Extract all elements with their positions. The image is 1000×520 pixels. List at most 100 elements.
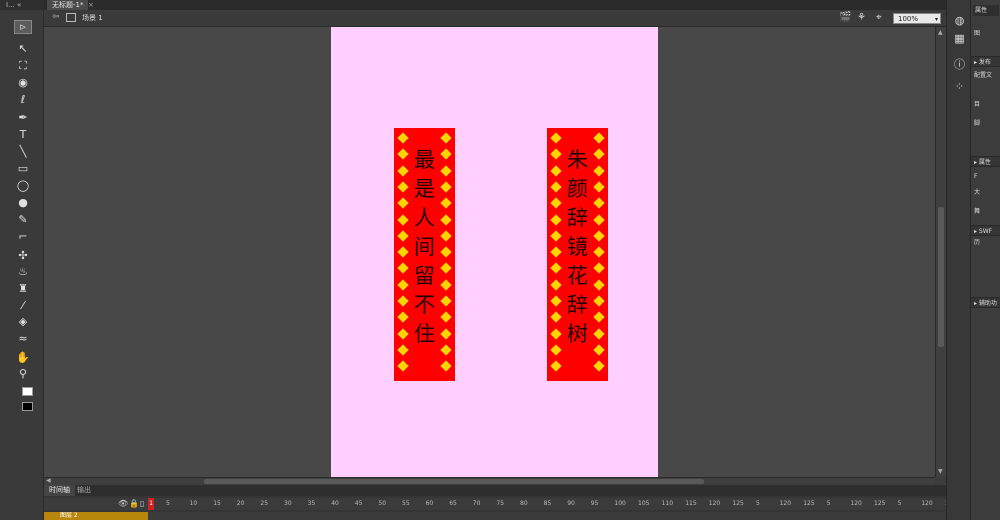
diamond-ornament bbox=[440, 213, 452, 226]
polystar-tool-icon[interactable]: ● bbox=[14, 196, 32, 210]
frame-number: 120 bbox=[779, 500, 792, 507]
couplet-text: 最是人间留不住 bbox=[410, 146, 439, 349]
couplet-right[interactable]: 朱颜辞镜花辞树 bbox=[547, 128, 608, 381]
tools-panel: ▹ ↖ ⛶ ◉ ℓ ✒ T ╲ ▭ ◯ ● ✎ ⌐ ✣ ♨ ♜ ⁄ ◈ ≈ ✋ ⚲ bbox=[0, 10, 44, 520]
frame-number: 20 bbox=[236, 500, 245, 507]
fill-color-swatch[interactable] bbox=[22, 402, 33, 411]
eyedropper-tool-icon[interactable]: ⁄ bbox=[14, 299, 32, 313]
diamond-border bbox=[592, 128, 606, 381]
frame-number: 25 bbox=[260, 500, 269, 507]
diamond-ornament bbox=[593, 230, 605, 242]
document-tab[interactable]: 无标题-1* bbox=[47, 0, 89, 10]
diamond-ornament bbox=[397, 360, 409, 372]
tab-output[interactable]: 输出 bbox=[72, 485, 96, 496]
diamond-ornament bbox=[397, 148, 409, 160]
3d-rotation-tool-icon[interactable]: ◉ bbox=[14, 76, 32, 90]
vertical-scrollbar[interactable]: ▲ ▼ bbox=[935, 27, 946, 477]
close-tab-icon[interactable]: × bbox=[88, 0, 94, 10]
couplet-left[interactable]: 最是人间留不住 bbox=[394, 128, 455, 381]
diamond-ornament bbox=[593, 295, 605, 307]
frame-number: 5 bbox=[756, 500, 760, 507]
frame-number: 5 bbox=[826, 500, 831, 507]
frame-number: 30 bbox=[284, 500, 292, 507]
scene-label[interactable]: 场景 1 bbox=[82, 13, 103, 23]
diamond-ornament bbox=[440, 327, 452, 340]
couplet-char: 花 bbox=[567, 264, 588, 288]
diamond-ornament bbox=[397, 230, 409, 242]
scroll-down-icon[interactable]: ▼ bbox=[938, 468, 943, 475]
frame-number: 5 bbox=[897, 500, 902, 507]
horizontal-scrollbar[interactable]: ◀ bbox=[44, 477, 935, 485]
tab-properties[interactable]: 属性 bbox=[973, 5, 999, 16]
frame-number: 40 bbox=[331, 500, 339, 507]
frame-number: 15 bbox=[213, 500, 221, 507]
panel-section-header[interactable]: ▸ 属性 bbox=[971, 156, 1000, 167]
panel-row-label: 舞 bbox=[974, 208, 981, 215]
subselection-tool-icon[interactable]: ↖ bbox=[14, 42, 32, 56]
scroll-thumb[interactable] bbox=[938, 207, 944, 347]
bone-tool-icon[interactable]: ✣ bbox=[14, 249, 32, 263]
frame-number: 100 bbox=[614, 500, 626, 507]
swatches-panel-icon[interactable]: ▦ bbox=[953, 32, 966, 45]
center-stage-icon[interactable]: ⌖ bbox=[876, 12, 882, 23]
document-tab-bar: I... « 无标题-1* × bbox=[0, 0, 946, 10]
frame-number: 35 bbox=[307, 500, 316, 507]
scroll-left-icon[interactable]: ◀ bbox=[46, 477, 51, 484]
back-arrow-icon[interactable]: ⇦ bbox=[52, 12, 60, 22]
diamond-ornament bbox=[397, 132, 409, 144]
zoom-select[interactable]: 100% ▾ bbox=[893, 13, 941, 24]
info-panel-icon[interactable]: ⓘ bbox=[953, 58, 966, 71]
free-transform-tool-icon[interactable]: ⛶ bbox=[14, 59, 32, 73]
frame-ruler[interactable]: 5 10 15 20 25 30 35 40 45 50 55 60 65 70 75 80 85 90 95 100… bbox=[148, 498, 956, 510]
lock-icon[interactable]: 🔒 bbox=[129, 499, 139, 508]
layer-name[interactable]: 图层 2 bbox=[44, 512, 148, 520]
tab-timeline[interactable]: 时间轴 bbox=[44, 485, 75, 496]
panel-section-header[interactable]: ▸ 辅助功 bbox=[971, 297, 1000, 308]
couplet-char: 是 bbox=[414, 177, 435, 201]
panel-section-header[interactable]: ▸ SWF 历 bbox=[971, 225, 1000, 246]
eye-icon[interactable]: 👁 bbox=[118, 499, 128, 508]
toolbar-grip[interactable]: I... « bbox=[0, 0, 44, 10]
eraser-tool-icon[interactable]: ◈ bbox=[14, 315, 32, 329]
playhead[interactable]: 1 bbox=[148, 498, 154, 510]
stroke-color-swatch[interactable] bbox=[22, 387, 33, 396]
oval-tool-icon[interactable]: ◯ bbox=[14, 179, 32, 193]
scroll-up-icon[interactable]: ▲ bbox=[938, 29, 943, 36]
rectangle-tool-icon[interactable]: ▭ bbox=[14, 162, 32, 176]
selection-tool-icon[interactable]: ▹ bbox=[14, 20, 32, 34]
couplet-char: 辞 bbox=[567, 206, 588, 230]
diamond-ornament bbox=[550, 148, 562, 160]
color-panel-icon[interactable]: ◍ bbox=[953, 14, 966, 27]
frame-number: 10 bbox=[189, 500, 198, 507]
edit-symbol-icon[interactable]: ⚘ bbox=[857, 12, 866, 23]
scene-bar: ⇦ 场景 1 🎬 ⚘ ⌖ 100% ▾ bbox=[44, 10, 946, 27]
text-tool-icon[interactable]: T bbox=[14, 128, 32, 142]
lasso-tool-icon[interactable]: ℓ bbox=[14, 93, 32, 107]
hand-tool-icon[interactable]: ✋ bbox=[14, 351, 32, 365]
frame-number: 50 bbox=[378, 500, 387, 507]
diamond-ornament bbox=[440, 230, 452, 242]
stage[interactable]: 最是人间留不住朱颜辞镜花辞树 bbox=[331, 27, 658, 477]
pen-tool-icon[interactable]: ✒ bbox=[14, 111, 32, 125]
frame-number: 125 bbox=[803, 500, 815, 507]
line-tool-icon[interactable]: ╲ bbox=[14, 145, 32, 159]
brush-tool-icon[interactable]: ⌐ bbox=[14, 230, 32, 244]
diamond-ornament bbox=[593, 164, 605, 177]
diamond-ornament bbox=[550, 132, 562, 144]
frame-number: 75 bbox=[496, 500, 505, 507]
zoom-tool-icon[interactable]: ⚲ bbox=[14, 367, 32, 381]
ink-bottle-tool-icon[interactable]: ♜ bbox=[14, 282, 32, 296]
edit-scene-icon[interactable]: 🎬 bbox=[839, 12, 851, 23]
diamond-ornament bbox=[550, 344, 562, 356]
diamond-ornament bbox=[593, 360, 605, 372]
layer-row[interactable]: 图层 2 bbox=[44, 512, 946, 520]
width-tool-icon[interactable]: ≈ bbox=[14, 332, 32, 346]
motion-presets-icon[interactable]: ⁘ bbox=[953, 80, 966, 93]
timeline-tabs: 时间轴 输出 bbox=[44, 485, 946, 496]
panel-section-header[interactable]: ▸ 发布 bbox=[971, 56, 1000, 67]
frame-number: 90 bbox=[567, 500, 575, 507]
pencil-tool-icon[interactable]: ✎ bbox=[14, 213, 32, 227]
paint-bucket-tool-icon[interactable]: ♨ bbox=[14, 265, 32, 279]
outline-icon[interactable]: ▯ bbox=[140, 499, 144, 508]
scroll-thumb[interactable] bbox=[204, 479, 704, 484]
